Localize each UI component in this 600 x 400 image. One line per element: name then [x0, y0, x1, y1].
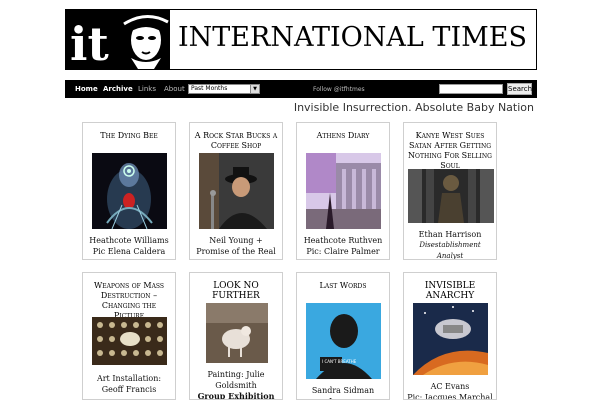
article-credit-line: Painting: Julie	[207, 370, 265, 379]
nav-home[interactable]: Home	[75, 85, 98, 93]
search-input[interactable]	[439, 84, 503, 94]
article-title[interactable]: LOOK NO FURTHER	[194, 281, 278, 301]
logo-text: it	[70, 17, 109, 69]
article-card[interactable]: LOOK NO FURTHER Painting: Julie Goldsmit…	[189, 272, 283, 400]
article-card[interactable]: Last Words I CAN'T BREATHE Sandra Sidman…	[296, 272, 390, 400]
article-image-kanye[interactable]	[408, 169, 494, 223]
site-logo[interactable]: it	[66, 10, 170, 69]
article-author: Sandra Sidman Larson	[311, 386, 375, 399]
search-button[interactable]: Search	[507, 83, 532, 95]
article-author: AC Evans	[430, 382, 470, 391]
article-author: Heathcote Williams	[89, 236, 169, 245]
article-title[interactable]: INVISIBLE ANARCHY	[408, 281, 492, 301]
article-image-anarchy[interactable]	[413, 303, 488, 375]
article-author: Goldsmith	[215, 381, 257, 390]
nav-about[interactable]: About	[164, 85, 185, 93]
article-byline-role: Disestablishment Analyst	[419, 241, 481, 260]
article-title[interactable]: A Rock Star Bucks a Coffee Shop	[194, 131, 278, 153]
article-event: Group Exhibition	[197, 391, 275, 400]
article-pic-credit: Pic Elena Caldera	[92, 247, 166, 256]
article-pic-credit: Pic: Jacques Marchal	[407, 393, 493, 400]
article-image-last-words[interactable]: I CAN'T BREATHE	[306, 303, 381, 379]
article-title[interactable]: Last Words	[301, 281, 385, 299]
article-image-bee[interactable]	[92, 153, 167, 229]
article-card[interactable]: INVISIBLE ANARCHY AC Evans Pic: Jacques …	[403, 272, 497, 400]
article-card[interactable]: Athens Diary Heathcote Ruthven Pic: Clai…	[296, 122, 390, 260]
article-credit: Neil Young + Promise of the Real	[192, 235, 280, 257]
article-title[interactable]: Athens Diary	[301, 131, 385, 153]
article-credit: AC Evans Pic: Jacques Marchal	[406, 381, 494, 400]
article-pic-credit: Pic: Claire Palmer	[306, 247, 380, 256]
article-author: Heathcote Ruthven	[303, 236, 383, 245]
article-card[interactable]: A Rock Star Bucks a Coffee Shop Neil You…	[189, 122, 283, 260]
archive-month-select[interactable]: Past Months ▼	[188, 84, 260, 94]
chevron-down-icon: ▼	[250, 85, 259, 93]
article-pic-credit: Promise of the Real	[196, 247, 276, 256]
article-title[interactable]: The Dying Bee	[87, 131, 171, 153]
nav-links[interactable]: Links	[138, 85, 156, 93]
article-image-athens[interactable]	[306, 153, 381, 229]
follow-link[interactable]: Follow @itfhtmes	[313, 86, 365, 93]
article-author: Neil Young +	[209, 236, 263, 245]
article-credit: Heathcote Ruthven Pic: Claire Palmer	[299, 235, 387, 257]
article-card[interactable]: Kanye West Sues Satan After Getting Noth…	[403, 122, 497, 260]
article-card[interactable]: The Dying Bee Heathcote Williams Pic Ele…	[82, 122, 176, 260]
site-title[interactable]: INTERNATIONAL TIMES	[178, 22, 527, 53]
article-credit: Heathcote Williams Pic Elena Caldera	[85, 235, 173, 257]
article-image-painting[interactable]	[206, 303, 268, 363]
poster-text: I CAN'T BREATHE	[322, 359, 357, 364]
article-image-neil-young[interactable]	[199, 153, 274, 229]
site-tagline: Invisible Insurrection. Absolute Baby Na…	[293, 101, 534, 114]
article-card[interactable]: Weapons of Mass Destruction – Changing t…	[82, 272, 176, 400]
article-title[interactable]: Weapons of Mass Destruction – Changing t…	[87, 281, 171, 320]
article-author: Geoff Francis	[101, 385, 157, 394]
masthead: it INTERNATIONAL TIMES	[65, 9, 537, 70]
archive-month-select-value: Past Months	[191, 85, 228, 92]
article-credit: Art Installation: Geoff Francis	[85, 373, 173, 395]
article-credit: Sandra Sidman Larson	[299, 385, 387, 399]
article-credit-line: Art Installation:	[96, 374, 162, 383]
article-credit: Painting: Julie Goldsmith Group Exhibiti…	[192, 369, 280, 400]
article-image-weapons[interactable]	[92, 317, 167, 365]
nav-bar: Home Archive Links About Past Months ▼ F…	[65, 80, 537, 98]
article-author: Ethan Harrison	[418, 230, 482, 239]
article-credit: Ethan Harrison Disestablishment Analyst	[406, 229, 494, 260]
nav-archive[interactable]: Archive	[103, 85, 133, 93]
article-title[interactable]: Kanye West Sues Satan After Getting Noth…	[408, 131, 492, 170]
